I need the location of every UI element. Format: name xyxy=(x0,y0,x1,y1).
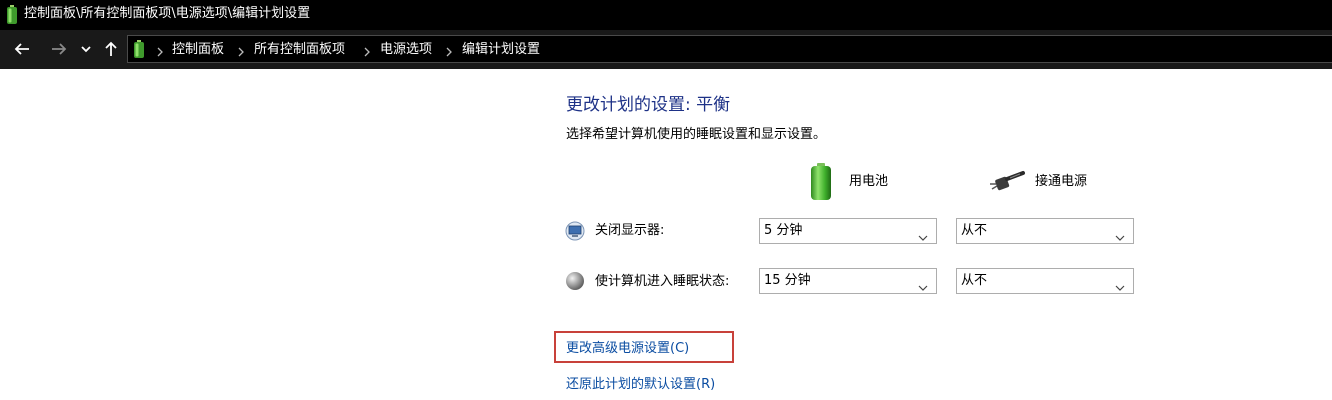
forward-button[interactable] xyxy=(48,38,70,60)
turn-off-display-label: 关闭显示器: xyxy=(595,223,665,238)
sleep-moon-icon xyxy=(565,271,585,295)
battery-icon xyxy=(6,5,18,29)
up-button[interactable] xyxy=(100,38,122,60)
turn-off-display-battery-select[interactable]: 5 分钟 xyxy=(759,218,937,244)
chevron-right-icon xyxy=(445,43,453,62)
battery-icon xyxy=(809,163,833,205)
breadcrumb-power-options[interactable]: 电源选项 xyxy=(380,42,432,57)
arrow-up-icon xyxy=(100,38,122,60)
breadcrumb-control-panel[interactable]: 控制面板 xyxy=(172,42,224,57)
page-title: 更改计划的设置: 平衡 xyxy=(566,95,731,115)
chevron-down-icon xyxy=(1115,277,1125,296)
sleep-battery-select[interactable]: 15 分钟 xyxy=(759,268,937,294)
sleep-label: 使计算机进入睡眠状态: xyxy=(595,274,730,289)
monitor-icon xyxy=(565,221,585,245)
turn-off-display-plugged-select[interactable]: 从不 xyxy=(956,218,1134,244)
breadcrumb-all-items[interactable]: 所有控制面板项 xyxy=(254,42,345,57)
chevron-down-icon xyxy=(918,227,928,246)
battery-icon xyxy=(133,40,145,63)
plugged-in-column-label: 接通电源 xyxy=(1035,174,1088,189)
chevron-right-icon xyxy=(237,43,245,62)
window-title: 控制面板\所有控制面板项\电源选项\编辑计划设置 xyxy=(24,6,311,21)
sleep-plugged-select[interactable]: 从不 xyxy=(956,268,1134,294)
back-button[interactable] xyxy=(11,38,33,60)
arrow-right-icon xyxy=(48,38,70,60)
battery-column-label: 用电池 xyxy=(849,174,889,189)
advanced-power-settings-link[interactable]: 更改高级电源设置(C) xyxy=(566,340,689,357)
breadcrumb-edit-plan[interactable]: 编辑计划设置 xyxy=(462,42,540,57)
navigation-bar: 控制面板 所有控制面板项 电源选项 编辑计划设置 xyxy=(0,30,1332,69)
restore-defaults-link[interactable]: 还原此计划的默认设置(R) xyxy=(566,376,715,393)
title-bar: 控制面板\所有控制面板项\电源选项\编辑计划设置 xyxy=(0,0,1332,30)
chevron-down-icon xyxy=(78,38,94,60)
power-plug-icon xyxy=(990,170,1028,196)
page-subtitle: 选择希望计算机使用的睡眠设置和显示设置。 xyxy=(566,127,827,142)
chevron-right-icon xyxy=(156,43,164,62)
arrow-left-icon xyxy=(11,38,33,60)
chevron-down-icon xyxy=(918,277,928,296)
chevron-right-icon xyxy=(363,43,371,62)
recent-locations-button[interactable] xyxy=(78,38,94,60)
address-bar[interactable]: 控制面板 所有控制面板项 电源选项 编辑计划设置 xyxy=(127,35,1332,63)
chevron-down-icon xyxy=(1115,227,1125,246)
